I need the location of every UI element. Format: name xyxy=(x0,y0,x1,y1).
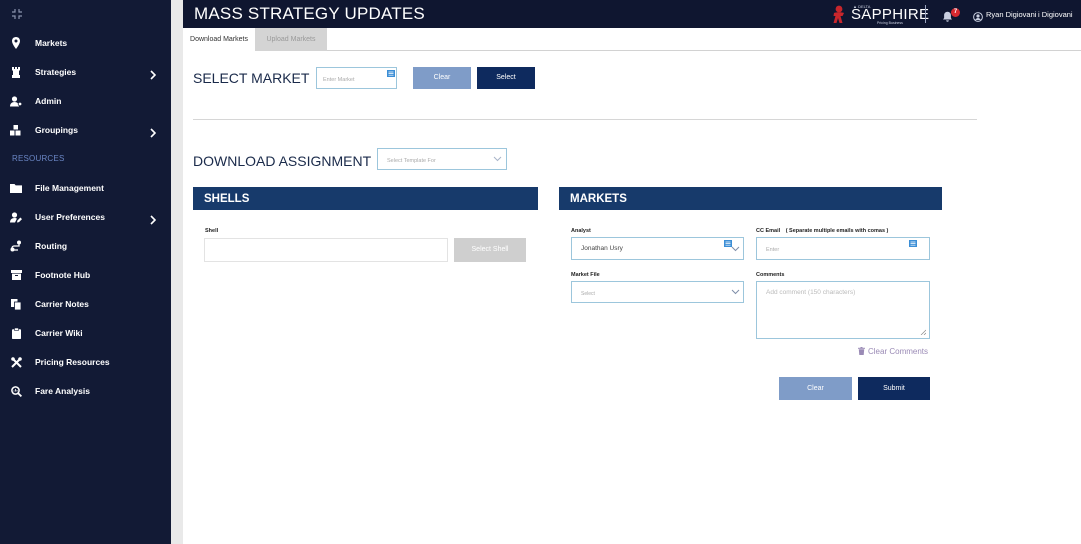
cc-email-label: CC Email ( Separate multiple emails with… xyxy=(756,228,888,234)
select-market-button[interactable]: Select xyxy=(477,67,535,89)
chevron-down-icon xyxy=(731,289,740,295)
market-input-placeholder: Enter Market xyxy=(323,77,355,83)
search-chart-icon xyxy=(10,385,22,397)
market-file-placeholder: Select xyxy=(581,291,595,297)
sidebar-item-groupings[interactable]: Groupings xyxy=(0,119,171,141)
template-select-placeholder: Select Template For xyxy=(387,158,436,164)
sidebar-item-label: File Management xyxy=(35,183,104,193)
clipboard-icon xyxy=(10,327,22,339)
clear-button[interactable]: Clear xyxy=(779,377,852,400)
sidebar-item-user-preferences[interactable]: User Preferences xyxy=(0,206,171,228)
chevron-right-icon xyxy=(150,212,157,225)
tab-underline xyxy=(327,50,1081,51)
cubes-icon xyxy=(10,124,22,136)
sidebar-item-markets[interactable]: Markets xyxy=(0,32,171,54)
chevron-right-icon xyxy=(150,125,157,138)
shells-section-header: SHELLS xyxy=(193,187,538,210)
user-cog-icon xyxy=(10,95,22,107)
market-input[interactable]: Enter Market xyxy=(316,67,397,89)
user-edit-icon xyxy=(10,211,22,223)
copy-icon xyxy=(10,298,22,310)
shell-label: Shell xyxy=(205,228,219,234)
sidebar-item-admin[interactable]: Admin xyxy=(0,90,171,112)
location-pin-icon xyxy=(10,37,22,49)
sidebar-item-label: Routing xyxy=(35,241,68,251)
cc-email-label-text: CC Email xyxy=(756,228,781,234)
collapse-icon[interactable] xyxy=(11,8,23,20)
cc-email-hint: ( Separate multiple emails with comas ) xyxy=(785,228,889,234)
sidebar-item-label: Pricing Resources xyxy=(35,357,110,367)
sidebar-item-label: Carrier Wiki xyxy=(35,328,83,338)
chevron-down-icon xyxy=(493,156,502,162)
page-title: MASS STRATEGY UPDATES xyxy=(194,4,425,23)
sidebar-item-strategies[interactable]: Strategies xyxy=(0,61,171,83)
market-file-select[interactable]: Select xyxy=(571,281,744,303)
chevron-down-icon xyxy=(731,246,740,252)
list-icon[interactable] xyxy=(909,240,917,247)
sidebar-item-label: Carrier Notes xyxy=(35,299,89,309)
delta-logo-icon xyxy=(833,5,844,23)
clear-market-button[interactable]: Clear xyxy=(413,67,471,89)
analyst-value: Jonathan Usry xyxy=(581,245,623,252)
brand-sub: Pricing Business xyxy=(877,21,903,25)
chevron-right-icon xyxy=(150,67,157,80)
sidebar-item-label: User Preferences xyxy=(35,212,105,222)
sidebar-item-label: Admin xyxy=(35,96,62,106)
sidebar-item-label: Markets xyxy=(35,38,68,48)
notification-badge: 7 xyxy=(951,8,960,17)
comments-textarea[interactable]: Add comment (150 characters) xyxy=(756,281,930,339)
market-file-label: Market File xyxy=(571,272,600,278)
archive-box-icon xyxy=(10,269,22,281)
top-header: MASS STRATEGY UPDATES ▲ DELTA SAPPHIRE P… xyxy=(183,0,1081,28)
resize-handle-icon[interactable] xyxy=(920,329,927,336)
tab-download-markets[interactable]: Download Markets xyxy=(183,28,255,51)
cc-email-placeholder: Enter xyxy=(766,247,780,253)
sapphire-logo: ▲ DELTA SAPPHIRE Pricing Business xyxy=(827,3,929,25)
trash-icon xyxy=(858,347,865,355)
sidebar: Markets Strategies Admin Groupings RESOU… xyxy=(0,0,171,544)
select-shell-button[interactable]: Select Shell xyxy=(454,238,526,262)
clear-comments-link[interactable]: Clear Comments xyxy=(858,347,928,356)
comments-placeholder: Add comment (150 characters) xyxy=(766,289,856,296)
user-name[interactable]: Ryan Digiovani xyxy=(986,10,1036,19)
user-circle-icon[interactable] xyxy=(973,9,983,22)
sidebar-item-carrier-notes[interactable]: Carrier Notes xyxy=(0,293,171,315)
download-assignment-heading: DOWNLOAD ASSIGNMENT xyxy=(193,153,372,169)
analyst-select[interactable]: Jonathan Usry xyxy=(571,237,744,260)
clear-comments-label: Clear Comments xyxy=(868,347,929,356)
folder-icon xyxy=(10,182,22,194)
sidebar-item-label: Groupings xyxy=(35,125,78,135)
template-select[interactable]: Select Template For xyxy=(377,148,507,170)
sidebar-item-label: Footnote Hub xyxy=(35,270,91,280)
shell-input[interactable] xyxy=(204,238,448,262)
submit-button[interactable]: Submit xyxy=(858,377,930,400)
user-name-secondary: i Digiovani xyxy=(1038,10,1073,19)
select-market-heading: SELECT MARKET xyxy=(193,70,310,86)
route-icon xyxy=(10,240,22,252)
tab-upload-markets[interactable]: Upload Markets xyxy=(255,28,327,51)
analyst-label: Analyst xyxy=(571,228,591,234)
tools-icon xyxy=(10,356,22,368)
sidebar-item-label: Fare Analysis xyxy=(35,386,90,396)
sidebar-item-carrier-wiki[interactable]: Carrier Wiki xyxy=(0,322,171,344)
list-icon[interactable] xyxy=(387,70,395,77)
sidebar-item-file-management[interactable]: File Management xyxy=(0,177,171,199)
comments-label: Comments xyxy=(756,272,785,278)
sidebar-gutter xyxy=(171,0,183,544)
markets-section-header: MARKETS xyxy=(559,187,942,210)
header-divider xyxy=(925,5,926,23)
sidebar-item-routing[interactable]: Routing xyxy=(0,235,171,257)
sidebar-item-footnote-hub[interactable]: Footnote Hub xyxy=(0,264,171,286)
cc-email-input[interactable]: Enter xyxy=(756,237,930,260)
chess-rook-icon xyxy=(10,66,22,78)
sidebar-section-resources: RESOURCES xyxy=(12,154,65,163)
sidebar-item-pricing-resources[interactable]: Pricing Resources xyxy=(0,351,171,373)
sidebar-item-label: Strategies xyxy=(35,67,77,77)
sidebar-item-fare-analysis[interactable]: Fare Analysis xyxy=(0,380,171,402)
divider xyxy=(193,119,977,120)
